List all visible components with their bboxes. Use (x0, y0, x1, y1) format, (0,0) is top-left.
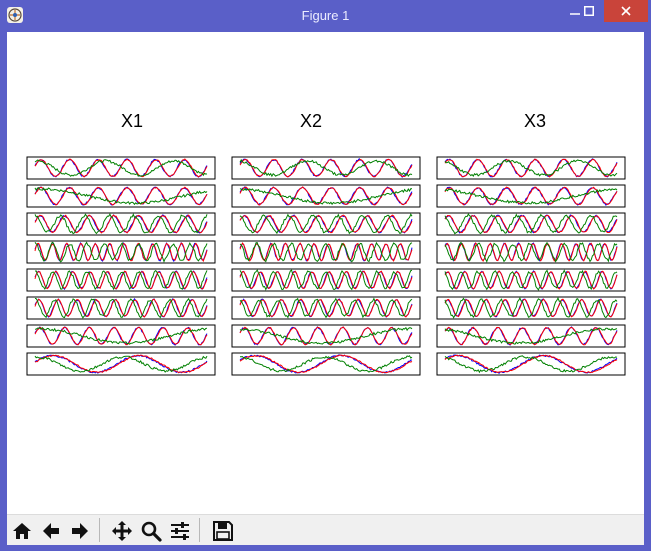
figure-canvas[interactable]: X1 X2 X3 (7, 32, 644, 545)
subplot (26, 240, 216, 264)
home-button[interactable] (8, 517, 35, 544)
subplot (436, 156, 626, 180)
subplot (436, 212, 626, 236)
subplot (436, 240, 626, 264)
subplot (231, 352, 421, 376)
subplot (231, 324, 421, 348)
subplot-frame (436, 352, 626, 376)
pan-icon (111, 520, 132, 541)
configure-subplots-button[interactable] (166, 517, 193, 544)
forward-button[interactable] (66, 517, 93, 544)
subplot (26, 324, 216, 348)
zoom-icon (141, 521, 162, 542)
subplot (231, 184, 421, 208)
close-button[interactable] (604, 0, 648, 22)
subplot-grid (26, 156, 626, 376)
subplot (26, 296, 216, 320)
maximize-button[interactable] (575, 0, 603, 22)
subplot (26, 268, 216, 292)
save-button[interactable] (209, 517, 236, 544)
figure-window: Figure 1 X1 X2 X3 (0, 0, 651, 551)
subplot (26, 184, 216, 208)
home-icon (12, 522, 31, 539)
subplot (436, 184, 626, 208)
back-button[interactable] (37, 517, 64, 544)
toolbar-separator (199, 518, 200, 542)
subplot (231, 296, 421, 320)
subplot (26, 352, 216, 376)
back-arrow-icon (42, 522, 59, 539)
subplot (26, 156, 216, 180)
save-icon (212, 520, 233, 541)
title-bar[interactable]: Figure 1 (0, 0, 651, 32)
navigation-toolbar (7, 514, 644, 545)
toolbar-separator (99, 518, 100, 542)
subplot-frame (231, 324, 421, 348)
subplot (231, 212, 421, 236)
configure-subplots-icon (170, 521, 189, 540)
zoom-button[interactable] (137, 517, 164, 544)
forward-arrow-icon (71, 522, 88, 539)
close-icon (621, 6, 631, 16)
subplot (436, 296, 626, 320)
window-title: Figure 1 (301, 8, 350, 23)
subplot (231, 156, 421, 180)
subplot (436, 324, 626, 348)
subplot (436, 268, 626, 292)
subplot (231, 240, 421, 264)
subplot (436, 352, 626, 376)
subplot (231, 268, 421, 292)
maximize-icon (584, 6, 594, 16)
subplot (26, 212, 216, 236)
pan-button[interactable] (108, 517, 135, 544)
